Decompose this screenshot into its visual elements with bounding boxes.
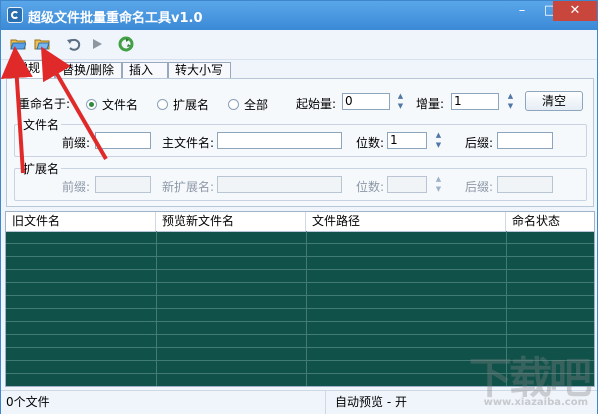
extension-prefix-input[interactable] xyxy=(95,176,151,193)
open-files-icon xyxy=(34,39,50,50)
tab-case-convert[interactable]: 转大小写 xyxy=(168,62,231,78)
filename-suffix-label: 后缀: xyxy=(465,136,494,150)
spin-up-icon: ▲ xyxy=(435,175,442,183)
file-count-status: 0个文件 xyxy=(1,391,326,414)
spin-down-icon: ▼ xyxy=(435,185,442,193)
spin-down-icon: ▼ xyxy=(397,102,404,110)
start-spinner[interactable]: ▲ ▼ xyxy=(395,93,406,110)
increment-spinner[interactable]: ▲ ▼ xyxy=(505,93,516,110)
extension-digits-input[interactable] xyxy=(387,176,427,193)
filename-digits-input[interactable]: 1 xyxy=(387,132,427,149)
open-files-button[interactable] xyxy=(33,35,51,53)
app-icon xyxy=(7,7,23,23)
increment-input[interactable]: 1 xyxy=(451,93,499,110)
extension-group-title: 扩展名 xyxy=(21,160,62,177)
filename-prefix-label: 前缀: xyxy=(62,136,91,150)
filename-digits-label: 位数: xyxy=(356,136,385,150)
extension-suffix-input[interactable] xyxy=(497,176,553,193)
tab-replace-delete[interactable]: 替换/删除 xyxy=(55,62,122,78)
column-rename-status[interactable]: 命名状态 xyxy=(506,212,594,231)
radio-filename[interactable]: 文件名 xyxy=(86,96,138,113)
spin-up-icon: ▲ xyxy=(435,131,442,139)
recycle-icon xyxy=(118,36,134,52)
column-old-name[interactable]: 旧文件名 xyxy=(6,212,156,231)
open-folder-icon xyxy=(10,39,26,50)
tab-general[interactable]: 常规 xyxy=(9,60,55,78)
radio-extension-indicator xyxy=(157,99,168,110)
play-icon xyxy=(92,39,102,49)
auto-preview-status: 自动预览 - 开 xyxy=(335,395,407,409)
main-filename-input[interactable] xyxy=(217,132,342,149)
play-button[interactable] xyxy=(88,35,106,53)
new-extension-label: 新扩展名: xyxy=(162,180,215,194)
column-file-path[interactable]: 文件路径 xyxy=(306,212,506,231)
options-panel: 重命名于: 文件名 扩展名 全部 起始量: 0 ▲ ▼ 增量: 1 ▲ ▼ 清空 文… xyxy=(6,78,594,207)
title-bar: 超级文件批量重命名工具v1.0 – □ ✕ xyxy=(1,1,597,30)
start-input[interactable]: 0 xyxy=(342,93,390,110)
filename-group: 文件名 前缀: 主文件名: 位数: 1 ▲ ▼ 后缀: xyxy=(14,116,587,157)
extension-digits-label: 位数: xyxy=(356,180,385,194)
recycle-button[interactable] xyxy=(117,35,135,53)
start-label: 起始量: xyxy=(296,97,337,111)
clear-button[interactable]: 清空 xyxy=(525,91,583,111)
extension-prefix-label: 前缀: xyxy=(62,180,91,194)
radio-extension[interactable]: 扩展名 xyxy=(157,96,209,113)
radio-all[interactable]: 全部 xyxy=(228,96,268,113)
filename-prefix-input[interactable] xyxy=(95,132,151,149)
spin-down-icon: ▼ xyxy=(507,102,514,110)
extension-digits-spinner[interactable]: ▲ ▼ xyxy=(433,176,444,193)
open-folder-button[interactable] xyxy=(9,35,27,53)
filename-digits-spinner[interactable]: ▲ ▼ xyxy=(433,132,444,149)
extension-group: 扩展名 前缀: 新扩展名: 位数: ▲ ▼ 后缀: xyxy=(14,160,587,201)
rename-target-label: 重命名于: xyxy=(18,97,71,111)
window-title: 超级文件批量重命名工具v1.0 xyxy=(28,11,203,26)
filename-group-title: 文件名 xyxy=(21,116,62,133)
main-filename-label: 主文件名: xyxy=(162,136,215,150)
spin-down-icon: ▼ xyxy=(435,141,442,149)
extension-suffix-label: 后缀: xyxy=(465,180,494,194)
radio-extension-label: 扩展名 xyxy=(173,98,210,112)
minimize-button[interactable]: – xyxy=(508,1,536,21)
spin-up-icon: ▲ xyxy=(507,92,514,100)
undo-icon xyxy=(66,38,80,51)
grid-line xyxy=(306,231,307,386)
grid-line xyxy=(156,231,157,386)
increment-label: 增量: xyxy=(416,97,445,111)
spin-up-icon: ▲ xyxy=(397,92,404,100)
radio-filename-label: 文件名 xyxy=(102,98,139,112)
radio-filename-indicator xyxy=(86,99,97,110)
filename-suffix-input[interactable] xyxy=(497,132,553,149)
file-list-header: 旧文件名 预览新文件名 文件路径 命名状态 xyxy=(6,212,594,232)
column-preview-name[interactable]: 预览新文件名 xyxy=(156,212,306,231)
toolbar xyxy=(1,30,597,60)
tab-insert[interactable]: 插入 xyxy=(122,62,168,78)
watermark-domain: www.xiazaiba.com xyxy=(483,397,588,408)
new-extension-input[interactable] xyxy=(217,176,342,193)
watermark: 下载吧 www.xiazaiba.com xyxy=(469,344,592,408)
radio-all-label: 全部 xyxy=(244,98,269,112)
undo-button[interactable] xyxy=(64,35,82,53)
main-window: 超级文件批量重命名工具v1.0 – □ ✕ 常规 替换/删除 插入 转大小写 重… xyxy=(0,0,598,414)
radio-all-indicator xyxy=(228,99,239,110)
close-button[interactable]: ✕ xyxy=(553,1,597,21)
